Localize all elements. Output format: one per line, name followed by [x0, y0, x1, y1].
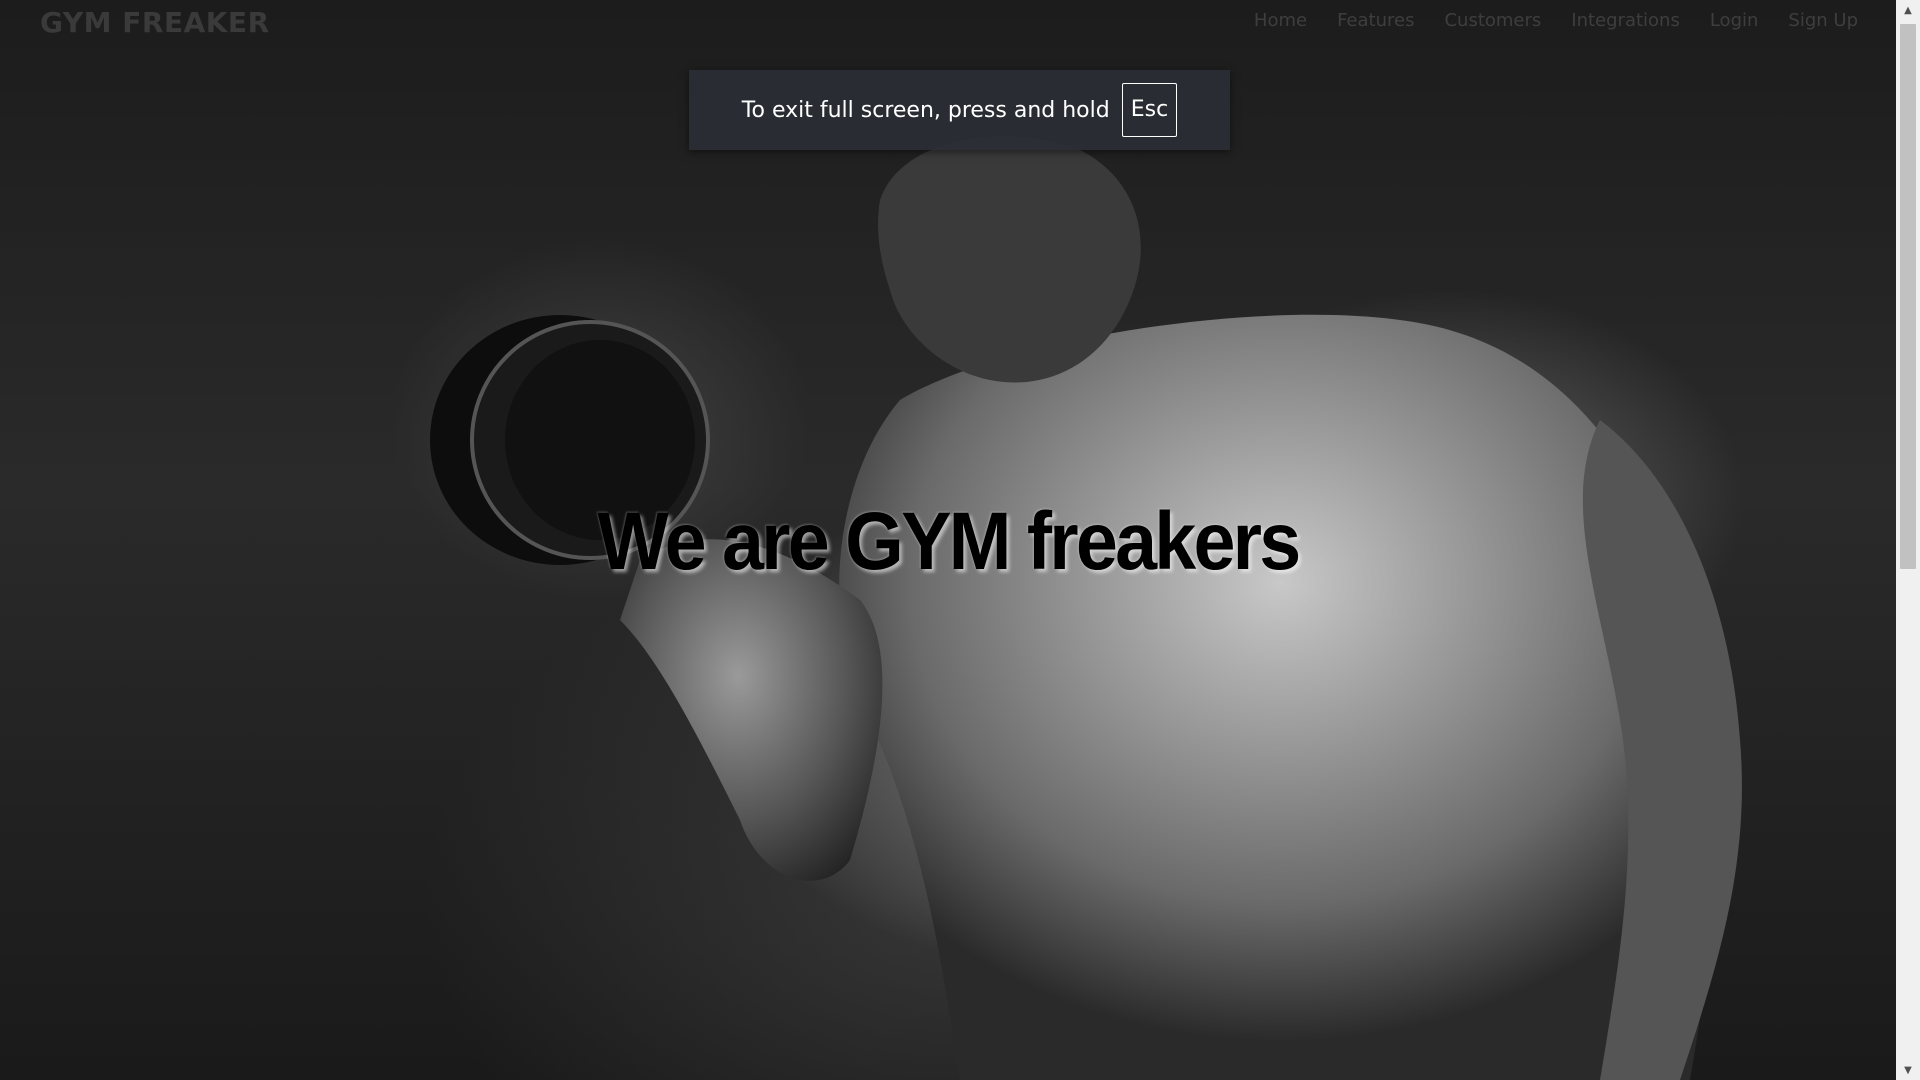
- nav-login[interactable]: Login: [1710, 10, 1759, 31]
- scrollbar-thumb[interactable]: [1900, 24, 1916, 569]
- nav-signup[interactable]: Sign Up: [1788, 10, 1858, 31]
- vertical-scrollbar[interactable]: ▲ ▼: [1896, 0, 1920, 1080]
- arm-shape: [620, 539, 883, 881]
- torso-shape: [839, 314, 1723, 1080]
- fullscreen-exit-notice: To exit full screen, press and hold Esc: [689, 70, 1230, 150]
- brand-logo[interactable]: GYM FREAKER: [40, 6, 270, 39]
- triangle-up-icon[interactable]: ▲: [1896, 0, 1920, 20]
- top-navbar: GYM FREAKER Home Features Customers Inte…: [0, 0, 1896, 46]
- triangle-down-icon[interactable]: ▼: [1896, 1060, 1920, 1080]
- nav-features[interactable]: Features: [1337, 10, 1414, 31]
- fullscreen-notice-text: To exit full screen, press and hold: [741, 97, 1110, 123]
- hero-title: We are GYM freakers: [597, 496, 1302, 587]
- esc-key-badge: Esc: [1121, 83, 1178, 137]
- nav-home[interactable]: Home: [1254, 10, 1307, 31]
- nav-customers[interactable]: Customers: [1444, 10, 1541, 31]
- nav-links: Home Features Customers Integrations Log…: [1254, 10, 1858, 31]
- nav-integrations[interactable]: Integrations: [1571, 10, 1680, 31]
